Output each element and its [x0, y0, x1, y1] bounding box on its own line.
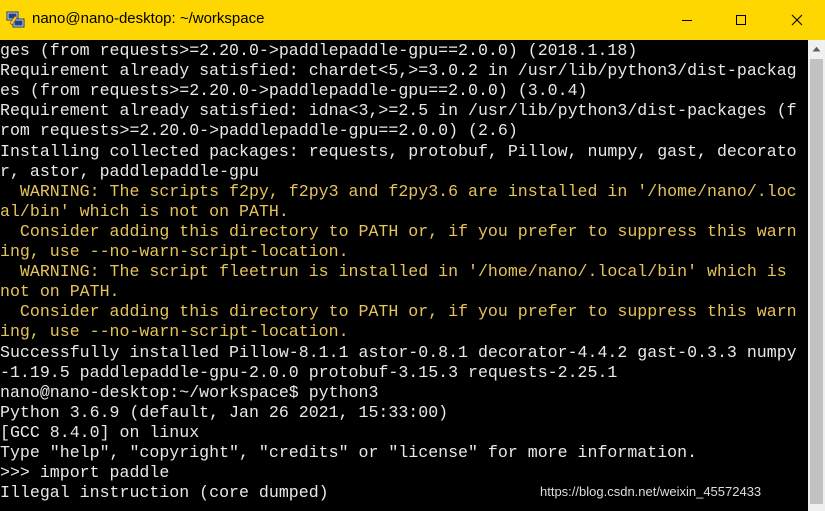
title-bar[interactable]: nano@nano-desktop: ~/workspace — [0, 0, 825, 40]
terminal-line: Consider adding this directory to PATH o… — [0, 302, 797, 322]
terminal-line: Type "help", "copyright", "credits" or "… — [0, 443, 698, 462]
terminal-line: -1.19.5 paddlepaddle-gpu-2.0.0 protobuf-… — [0, 362, 618, 382]
terminal-line: nano@nano-desktop:~/workspace$ python3 — [0, 382, 379, 402]
terminal-line: al/bin' which is not on PATH. — [0, 201, 289, 221]
terminal-line: WARNING: The scripts f2py, f2py3 and f2p… — [0, 181, 797, 201]
terminal-line: Consider adding this directory to PATH o… — [0, 221, 797, 241]
maximize-button[interactable] — [713, 0, 769, 40]
terminal-line: r, astor, paddlepaddle-gpu — [0, 161, 259, 181]
close-button[interactable] — [769, 0, 825, 40]
terminal-line: ges (from requests>=2.20.0->paddlepaddle… — [0, 41, 638, 60]
terminal-line: ing, use --no-warn-script-location. — [0, 242, 349, 261]
terminal-line: not on PATH. — [0, 282, 120, 302]
terminal-line: Successfully installed Pillow-8.1.1 asto… — [0, 342, 797, 362]
terminal-line: rom requests>=2.20.0->paddlepaddle-gpu==… — [0, 121, 518, 141]
terminal-line: ing, use --no-warn-script-location. — [0, 322, 349, 342]
terminal-line: WARNING: The script fleetrun is installe… — [0, 262, 787, 282]
terminal-line: Illegal instruction (core dumped) — [0, 483, 329, 503]
minimize-icon — [682, 20, 692, 21]
terminal-window: nano@nano-desktop: ~/workspace ges (from… — [0, 0, 825, 511]
terminal-line: Requirement already satisfied: idna<3,>=… — [0, 101, 797, 121]
maximize-icon — [736, 15, 746, 25]
terminal-line: es (from requests>=2.20.0->paddlepaddle-… — [0, 81, 588, 101]
terminal-output[interactable]: ges (from requests>=2.20.0->paddlepaddle… — [0, 40, 808, 511]
terminal-line: >>> import paddle — [0, 463, 170, 483]
terminal-line: Installing collected packages: requests,… — [0, 141, 797, 161]
terminal-line: Python 3.6.9 (default, Jan 26 2021, 15:3… — [0, 402, 449, 422]
window-title: nano@nano-desktop: ~/workspace — [32, 10, 265, 27]
minimize-button[interactable] — [659, 0, 715, 40]
triangle-up-icon — [812, 46, 821, 51]
vertical-scrollbar[interactable] — [808, 40, 825, 511]
close-icon — [791, 14, 803, 26]
scroll-up-button[interactable] — [808, 40, 825, 57]
putty-app-icon[interactable] — [6, 11, 26, 29]
scrollbar-thumb[interactable] — [810, 59, 823, 504]
terminal-line: Requirement already satisfied: chardet<5… — [0, 61, 797, 81]
terminal-line: [GCC 8.4.0] on linux — [0, 422, 200, 442]
watermark-text: https://blog.csdn.net/weixin_45572433 — [540, 484, 762, 499]
